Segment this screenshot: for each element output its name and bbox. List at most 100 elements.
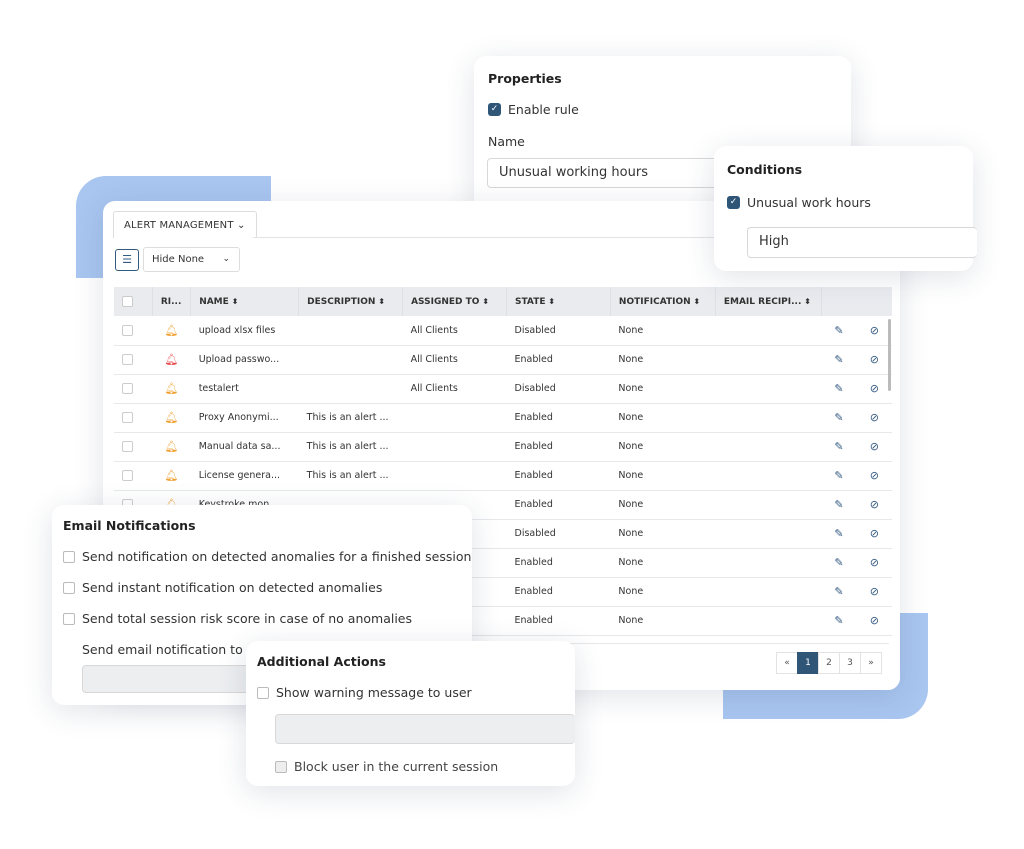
block-user-checkbox[interactable]: Block user in the current session (275, 759, 498, 774)
edit-button[interactable]: ✎ (821, 316, 857, 346)
edit-button[interactable]: ✎ (821, 606, 857, 636)
table-row[interactable]: 🔔︎ License genera... This is an alert ... E… (114, 461, 892, 491)
unusual-hours-label: Unusual work hours (747, 195, 871, 210)
view-button[interactable]: ⊘ (856, 548, 892, 578)
row-checkbox[interactable] (122, 441, 133, 452)
row-select[interactable] (114, 461, 153, 491)
show-warning-checkbox[interactable]: Show warning message to user (257, 685, 472, 700)
row-select[interactable] (114, 345, 153, 375)
notification-cell: None (610, 490, 716, 520)
column-header[interactable]: NAME ⬍ (190, 287, 300, 316)
checkbox[interactable] (275, 760, 287, 773)
state-cell: Enabled (506, 432, 611, 462)
list-view-button[interactable]: ☰ (115, 249, 139, 271)
row-select[interactable] (114, 374, 153, 404)
sort-icon[interactable]: ⬍ (375, 297, 385, 306)
sort-icon[interactable]: ⬍ (691, 297, 700, 306)
sort-icon[interactable]: ⬍ (229, 297, 239, 306)
column-header[interactable]: STATE ⬍ (506, 287, 611, 316)
view-button[interactable]: ⊘ (856, 490, 892, 520)
view-button[interactable]: ⊘ (856, 519, 892, 549)
name-input[interactable]: Unusual working hours (487, 158, 747, 188)
prev-page-button[interactable]: « (776, 652, 798, 674)
warning-message-input[interactable] (275, 714, 575, 744)
email-cell (715, 432, 822, 462)
sort-icon[interactable]: ⬍ (479, 297, 489, 306)
enable-rule-checkbox[interactable]: ✓ Enable rule (488, 102, 579, 117)
name-cell: Manual data sa... (190, 432, 299, 462)
checkbox[interactable] (63, 581, 75, 594)
send-to-input[interactable] (82, 665, 262, 693)
assigned-cell: All Clients (402, 316, 507, 346)
page-2-button[interactable]: 2 (818, 652, 840, 674)
view-button[interactable]: ⊘ (856, 403, 892, 433)
page-1-button[interactable]: 1 (797, 652, 819, 674)
edit-button[interactable]: ✎ (821, 548, 857, 578)
checkbox[interactable] (257, 686, 269, 699)
description-cell (298, 374, 403, 404)
page-3-button[interactable]: 3 (839, 652, 861, 674)
checkbox[interactable] (63, 550, 75, 563)
hide-filter-select[interactable]: Hide None ⌄ (143, 247, 240, 272)
view-button[interactable]: ⊘ (856, 316, 892, 346)
level-select[interactable]: High (747, 227, 977, 258)
view-button[interactable]: ⊘ (856, 461, 892, 491)
column-header[interactable]: RI... (152, 287, 192, 316)
email-cell (715, 548, 822, 578)
edit-button[interactable]: ✎ (821, 577, 857, 607)
column-label: EMAIL RECIPI... (723, 296, 802, 307)
edit-button[interactable]: ✎ (821, 490, 857, 520)
column-header[interactable]: DESCRIPTION ⬍ (298, 287, 404, 316)
compass-icon: ⊘ (869, 527, 879, 540)
email-option-finished-session[interactable]: Send notification on detected anomalies … (63, 549, 471, 564)
view-button[interactable]: ⊘ (856, 432, 892, 462)
sort-icon[interactable]: ⬍ (545, 297, 555, 306)
tab-label: ALERT MANAGEMENT (124, 220, 234, 231)
row-select[interactable] (114, 403, 153, 433)
column-header[interactable]: EMAIL RECIPI... ⬍ (715, 287, 822, 316)
select-all-checkbox[interactable] (122, 296, 133, 307)
notification-cell: None (610, 548, 716, 578)
next-page-button[interactable]: » (860, 652, 882, 674)
email-option-risk-score[interactable]: Send total session risk score in case of… (63, 611, 412, 626)
view-button[interactable]: ⊘ (856, 577, 892, 607)
notification-cell: None (610, 519, 716, 549)
state-cell: Disabled (506, 519, 611, 549)
compass-icon: ⊘ (869, 556, 879, 569)
row-select[interactable] (114, 316, 153, 346)
edit-button[interactable]: ✎ (821, 345, 857, 375)
row-checkbox[interactable] (122, 470, 133, 481)
table-row[interactable]: 🔔︎ Upload passwo... All Clients Enabled None… (114, 345, 892, 375)
table-row[interactable]: 🔔︎ testalert All Clients Disabled None ✎ ⊘ (114, 374, 892, 404)
view-button[interactable]: ⊘ (856, 345, 892, 375)
row-checkbox[interactable] (122, 354, 133, 365)
pencil-icon: ✎ (834, 353, 844, 366)
checkbox[interactable] (63, 612, 75, 625)
description-cell (298, 345, 403, 375)
row-checkbox[interactable] (122, 324, 133, 336)
column-header[interactable]: NOTIFICATION ⬍ (610, 287, 716, 316)
row-checkbox[interactable] (122, 412, 133, 423)
row-checkbox[interactable] (122, 383, 133, 394)
edit-button[interactable]: ✎ (821, 519, 857, 549)
edit-button[interactable]: ✎ (821, 432, 857, 462)
table-row[interactable]: 🔔︎ Manual data sa... This is an alert ... E… (114, 432, 892, 462)
view-button[interactable]: ⊘ (856, 374, 892, 404)
table-row[interactable]: 🔔︎ Proxy Anonymi... This is an alert ... En… (114, 403, 892, 433)
sort-icon[interactable]: ⬍ (801, 297, 811, 306)
bell-icon: 🔔︎ (164, 469, 179, 482)
table-row[interactable]: 🔔︎ upload xlsx files All Clients Disabled No… (114, 316, 892, 346)
row-select[interactable] (114, 432, 153, 462)
select-all-header[interactable] (114, 287, 153, 316)
column-header[interactable]: ASSIGNED TO ⬍ (402, 287, 507, 316)
risk-cell: 🔔︎ (152, 403, 191, 433)
edit-button[interactable]: ✎ (821, 374, 857, 404)
edit-button[interactable]: ✎ (821, 461, 857, 491)
email-cell (715, 490, 822, 520)
email-option-instant[interactable]: Send instant notification on detected an… (63, 580, 382, 595)
scrollbar[interactable] (888, 319, 891, 391)
tab-alert-management[interactable]: ALERT MANAGEMENT ⌄ (113, 211, 257, 238)
edit-button[interactable]: ✎ (821, 403, 857, 433)
view-button[interactable]: ⊘ (856, 606, 892, 636)
unusual-hours-checkbox[interactable]: ✓ Unusual work hours (727, 195, 871, 210)
